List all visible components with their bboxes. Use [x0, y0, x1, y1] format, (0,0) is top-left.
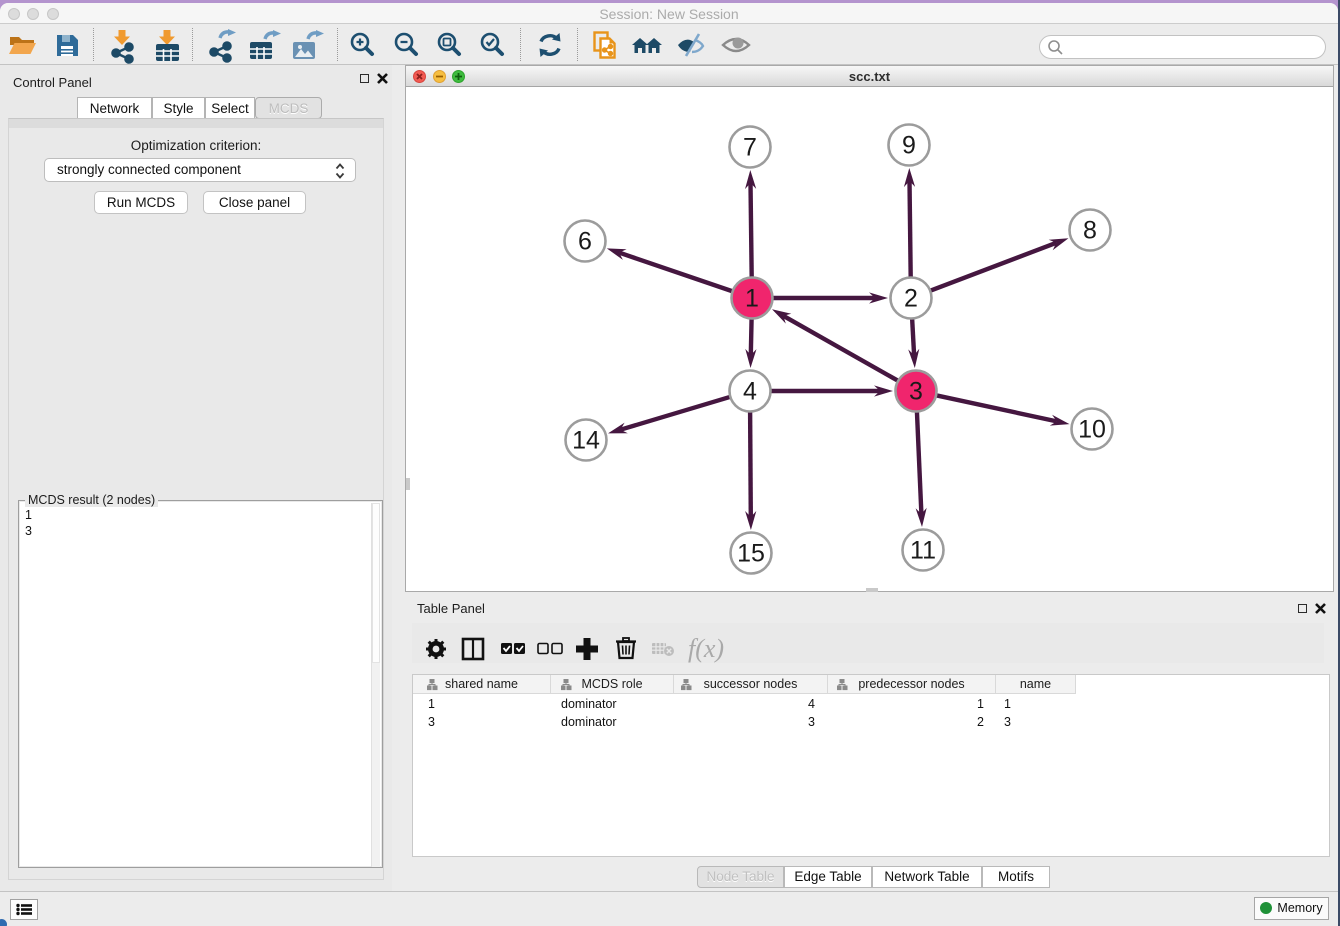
svg-text:4: 4: [743, 378, 757, 406]
svg-text:2: 2: [904, 285, 918, 313]
svg-text:15: 15: [737, 540, 765, 568]
svg-text:f(x): f(x): [688, 634, 724, 663]
svg-text:7: 7: [743, 134, 757, 162]
svg-text:9: 9: [902, 132, 916, 160]
svg-text:14: 14: [572, 427, 600, 455]
svg-text:10: 10: [1078, 416, 1106, 444]
svg-text:11: 11: [910, 537, 936, 565]
svg-text:3: 3: [909, 378, 923, 406]
svg-text:6: 6: [578, 228, 592, 256]
svg-text:8: 8: [1083, 217, 1097, 245]
svg-text:1: 1: [745, 285, 759, 313]
